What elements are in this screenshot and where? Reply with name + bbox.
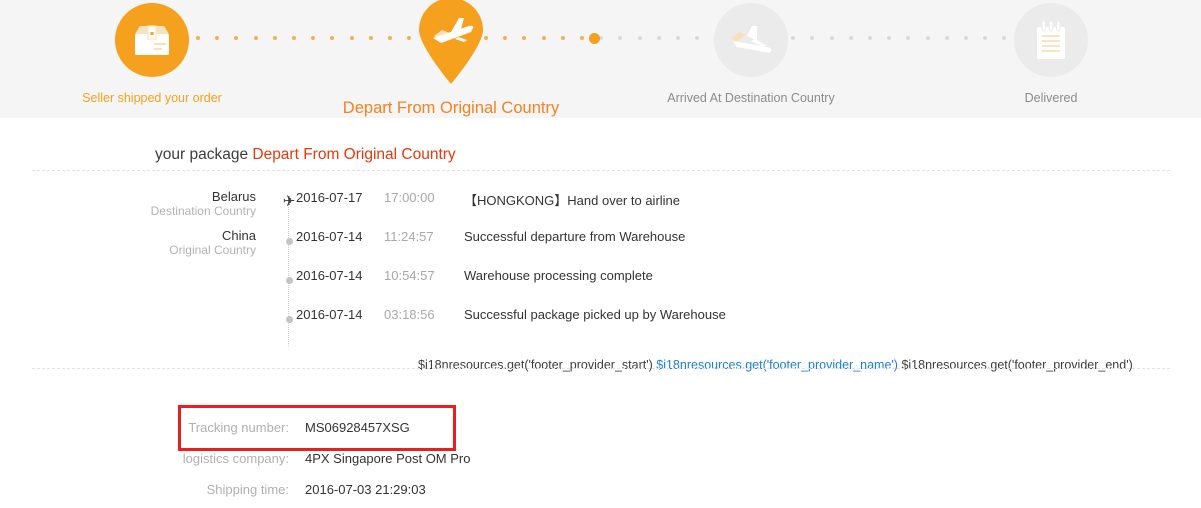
landing-plane-icon <box>714 3 788 77</box>
progress-current-marker-dot <box>589 33 600 44</box>
progress-step-delivered[interactable]: Delivered <box>931 0 1171 105</box>
event-date: 2016-07-17 <box>296 190 363 205</box>
timeline-row: 2016-07-14 03:18:56 Successful package p… <box>0 307 1201 346</box>
event-description: Successful departure from Warehouse <box>464 229 686 244</box>
shipping-time-value: 2016-07-03 21:29:03 <box>305 482 426 497</box>
event-description: 【HONGKONG】Hand over to airline <box>464 193 681 208</box>
progress-step-label: Depart From Original Country <box>342 99 560 117</box>
progress-track-dot <box>887 36 891 40</box>
country-name: China <box>222 228 256 243</box>
detail-row-tracking-number: Tracking number: MS06928457XSG <box>0 412 1201 443</box>
event-time: 17:00:00 <box>384 190 435 205</box>
timeline-marker <box>282 232 296 250</box>
event-time: 11:24:57 <box>384 229 434 244</box>
country-name: Belarus <box>211 189 256 204</box>
progress-track-dot <box>906 36 910 40</box>
progress-step-seller-shipped[interactable]: Seller shipped your order <box>32 0 272 105</box>
footer-note-end: $i18nresources.get('footer_provider_end'… <box>901 358 1133 372</box>
headline-status: Depart From Original Country <box>252 146 456 163</box>
event-date: 2016-07-14 <box>296 307 363 322</box>
shipment-details: Tracking number: MS06928457XSG logistics… <box>0 405 1201 505</box>
tracking-detail-panel: your package Depart From Original Countr… <box>0 118 1201 505</box>
detail-label: Tracking number: <box>188 420 289 435</box>
package-box-icon-wrap <box>115 3 189 77</box>
progress-track-dot <box>273 36 277 40</box>
country-sublabel: Destination Country <box>150 203 256 218</box>
timeline-marker: ✈ <box>282 193 296 211</box>
shipment-progress-header: Seller shipped your order Depart From Or… <box>0 0 1201 118</box>
progress-track-dot <box>580 36 584 40</box>
origin-country-label: China Original Country <box>0 228 266 258</box>
event-time: 03:18:56 <box>384 307 435 322</box>
event-time: 10:54:57 <box>384 268 435 283</box>
divider-bottom <box>32 368 1170 369</box>
timeline-row: 2016-07-14 10:54:57 Warehouse processing… <box>0 268 1201 307</box>
detail-row-shipping-time: Shipping time: 2016-07-03 21:29:03 <box>0 474 1201 505</box>
dot-icon <box>285 316 293 323</box>
detail-row-logistics-company: logistics company: 4PX Singapore Post OM… <box>0 443 1201 474</box>
event-date: 2016-07-14 <box>296 268 363 283</box>
timeline-row: China Original Country 2016-07-14 11:24:… <box>0 228 1201 268</box>
notepad-icon-wrap <box>1014 3 1088 77</box>
progress-track-dot <box>618 36 622 40</box>
progress-track-dot <box>311 36 315 40</box>
page-title: your package Depart From Original Countr… <box>0 118 1201 164</box>
country-sublabel: Original Country <box>169 242 256 257</box>
headline-prefix: your package <box>155 146 253 163</box>
departing-plane-pin-icon-wrap <box>414 0 488 84</box>
progress-step-depart-origin[interactable]: Depart From Original Country <box>331 0 571 118</box>
footer-note-link[interactable]: $i18nresources.get('footer_provider_name… <box>656 358 898 372</box>
dot-icon <box>285 238 293 245</box>
departing-plane-pin-icon <box>419 0 483 84</box>
dot-icon <box>285 277 293 284</box>
landing-plane-icon-wrap <box>714 3 788 77</box>
destination-country-label: Belarus Destination Country <box>0 189 266 219</box>
tracking-timeline: Belarus Destination Country ✈ 2016-07-17… <box>0 189 1201 380</box>
plane-icon: ✈ <box>282 193 296 210</box>
logistics-company-value: 4PX Singapore Post OM Pro <box>305 451 471 466</box>
progress-step-label: Arrived At Destination Country <box>667 91 835 105</box>
progress-track-dot <box>292 36 296 40</box>
progress-step-label: Seller shipped your order <box>82 91 222 105</box>
progress-step-label: Delivered <box>1024 91 1078 105</box>
detail-label: Shipping time: <box>206 482 289 497</box>
notepad-icon <box>1014 3 1088 77</box>
event-description: Warehouse processing complete <box>464 268 653 283</box>
divider-top <box>32 170 1170 171</box>
timeline-marker <box>282 271 296 289</box>
progress-track-dot <box>926 36 930 40</box>
package-box-icon <box>115 3 189 77</box>
event-date: 2016-07-14 <box>296 229 363 244</box>
tracking-number-value[interactable]: MS06928457XSG <box>305 420 410 435</box>
timeline-row: Belarus Destination Country ✈ 2016-07-17… <box>0 189 1201 229</box>
timeline-marker <box>282 310 296 328</box>
progress-step-arrived-destination[interactable]: Arrived At Destination Country <box>631 0 871 105</box>
detail-label: logistics company: <box>182 451 289 466</box>
event-description: Successful package picked up by Warehous… <box>464 307 726 322</box>
footer-note-start: $i18nresources.get('footer_provider_star… <box>418 358 653 372</box>
